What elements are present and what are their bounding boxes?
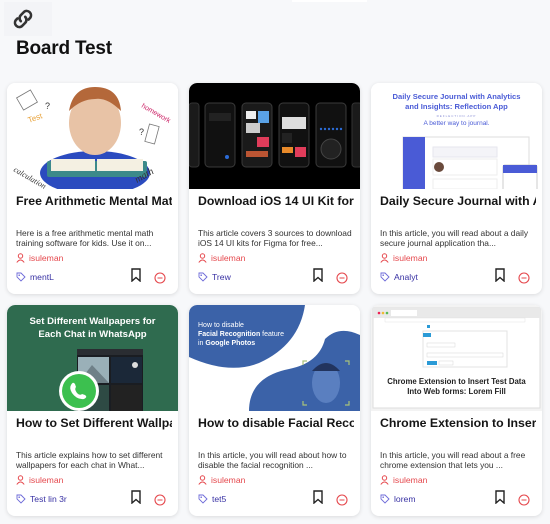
thumbnail-headline: Set Different Wallpapers for Each Chat i… — [29, 316, 156, 340]
author-name[interactable]: isuleman — [393, 253, 427, 263]
tag-icon — [380, 272, 390, 282]
bookmark-icon[interactable] — [312, 268, 324, 282]
boy-reading-image: Test calculation math homework ? ? — [12, 87, 172, 189]
tag-icon — [16, 272, 26, 282]
card-description: Here is a free arithmetic mental math tr… — [16, 228, 154, 248]
remove-icon[interactable] — [518, 272, 530, 284]
remove-icon[interactable] — [336, 272, 348, 284]
card-description: This article covers 3 sources to downloa… — [198, 228, 352, 248]
card-description: In this article, you will read about a f… — [380, 450, 526, 470]
tag-label[interactable]: mentL — [30, 272, 54, 282]
remove-icon[interactable] — [336, 494, 348, 506]
card-thumbnail[interactable]: Chrome Extension to Insert Test Data Int… — [371, 305, 542, 411]
thumbnail-line3-bold: Google Photos — [205, 340, 256, 347]
tag-label[interactable]: lorem — [394, 494, 416, 504]
user-icon — [16, 475, 25, 485]
tag-icon — [198, 494, 208, 504]
card-author[interactable]: isuleman — [16, 253, 63, 263]
tag-icon — [198, 272, 208, 282]
page-title: Board Test — [16, 38, 112, 59]
article-card[interactable]: Download iOS 14 UI Kit for Fig This arti… — [189, 83, 360, 294]
card-author[interactable]: isuleman — [380, 253, 427, 263]
article-card[interactable]: Test calculation math homework ? ? Free … — [7, 83, 178, 294]
author-name[interactable]: isuleman — [29, 475, 63, 485]
card-title[interactable]: How to Set Different Wallpaper — [16, 416, 172, 430]
tag-icon — [16, 494, 26, 504]
card-thumbnail[interactable]: Daily Secure Journal with Analytics and … — [371, 83, 542, 189]
card-author[interactable]: isuleman — [198, 253, 245, 263]
svg-text:?: ? — [45, 101, 50, 111]
remove-icon[interactable] — [154, 272, 166, 284]
whatsapp-mockup — [59, 349, 143, 411]
card-description: In this article, you will read about how… — [198, 450, 347, 470]
tag-label[interactable]: Test lin 3r — [30, 494, 67, 504]
author-name[interactable]: isuleman — [29, 253, 63, 263]
article-card[interactable]: Set Different Wallpapers for Each Chat i… — [7, 305, 178, 516]
remove-icon[interactable] — [154, 494, 166, 506]
user-icon — [380, 475, 389, 485]
card-tag[interactable]: Trew — [198, 272, 231, 282]
ios-phones-image — [189, 102, 360, 168]
card-author[interactable]: isuleman — [380, 475, 427, 485]
thumbnail-small: REFLECTION.APP — [436, 114, 477, 118]
card-tag[interactable]: mentL — [16, 272, 54, 282]
thumbnail-line3: in Google Photos — [198, 339, 284, 348]
author-name[interactable]: isuleman — [211, 475, 245, 485]
card-thumbnail[interactable]: How to disable Facial Recognition featur… — [189, 305, 360, 411]
card-grid: Test calculation math homework ? ? Free … — [7, 83, 542, 516]
card-tag[interactable]: Analyt — [380, 272, 418, 282]
thumbnail-line2-rest: feature — [260, 331, 284, 338]
thumbnail-line1: How to disable — [198, 322, 244, 329]
card-thumbnail[interactable] — [189, 83, 360, 189]
thumbnail-line2-bold: Facial Recognition — [198, 331, 261, 338]
bookmark-icon[interactable] — [494, 268, 506, 282]
thumbnail-text: How to disable Facial Recognition featur… — [198, 321, 284, 348]
article-card[interactable]: Daily Secure Journal with Analytics and … — [371, 83, 542, 294]
card-description: This article explains how to set differe… — [16, 450, 163, 470]
author-name[interactable]: isuleman — [211, 253, 245, 263]
card-thumbnail[interactable]: Set Different Wallpapers for Each Chat i… — [7, 305, 178, 411]
card-title[interactable]: How to disable Facial Recognit — [198, 416, 354, 430]
tag-label[interactable]: tet5 — [212, 494, 226, 504]
svg-text:?: ? — [139, 127, 144, 137]
card-title[interactable]: Download iOS 14 UI Kit for Fig — [198, 194, 354, 208]
card-title[interactable]: Free Arithmetic Mental Math Tr — [16, 194, 172, 208]
card-title[interactable]: Chrome Extension to Insert Tes — [380, 416, 536, 430]
link-icon — [13, 9, 33, 29]
bookmark-icon[interactable] — [130, 490, 142, 504]
article-card[interactable]: How to disable Facial Recognition featur… — [189, 305, 360, 516]
card-thumbnail[interactable]: Test calculation math homework ? ? — [7, 83, 178, 189]
tag-label[interactable]: Analyt — [394, 272, 418, 282]
card-tag[interactable]: lorem — [380, 494, 416, 504]
tag-icon — [380, 494, 390, 504]
user-icon — [198, 475, 207, 485]
article-card[interactable]: Chrome Extension to Insert Test Data Int… — [371, 305, 542, 516]
thumbnail-line2: Facial Recognition feature — [198, 330, 284, 339]
thumbnail-headline: Daily Secure Journal with Analytics and … — [392, 92, 521, 111]
card-author[interactable]: isuleman — [198, 475, 245, 485]
user-icon — [198, 253, 207, 263]
card-description: In this article, you will read about a d… — [380, 228, 529, 248]
author-name[interactable]: isuleman — [393, 475, 427, 485]
thumbnail-tagline: A better way to journal. — [423, 120, 490, 127]
remove-icon[interactable] — [518, 494, 530, 506]
top-strip — [292, 0, 367, 2]
journal-app-mockup — [402, 136, 538, 189]
bookmark-icon[interactable] — [130, 268, 142, 282]
card-tag[interactable]: Test lin 3r — [16, 494, 67, 504]
card-title[interactable]: Daily Secure Journal with Anal — [380, 194, 536, 208]
card-author[interactable]: isuleman — [16, 475, 63, 485]
thumbnail-headline: Chrome Extension to Insert Test Data Int… — [387, 377, 526, 396]
bookmark-icon[interactable] — [312, 490, 324, 504]
link-button[interactable] — [4, 2, 52, 36]
user-icon — [16, 253, 25, 263]
tag-label[interactable]: Trew — [212, 272, 231, 282]
user-icon — [380, 253, 389, 263]
bookmark-icon[interactable] — [494, 490, 506, 504]
card-tag[interactable]: tet5 — [198, 494, 226, 504]
